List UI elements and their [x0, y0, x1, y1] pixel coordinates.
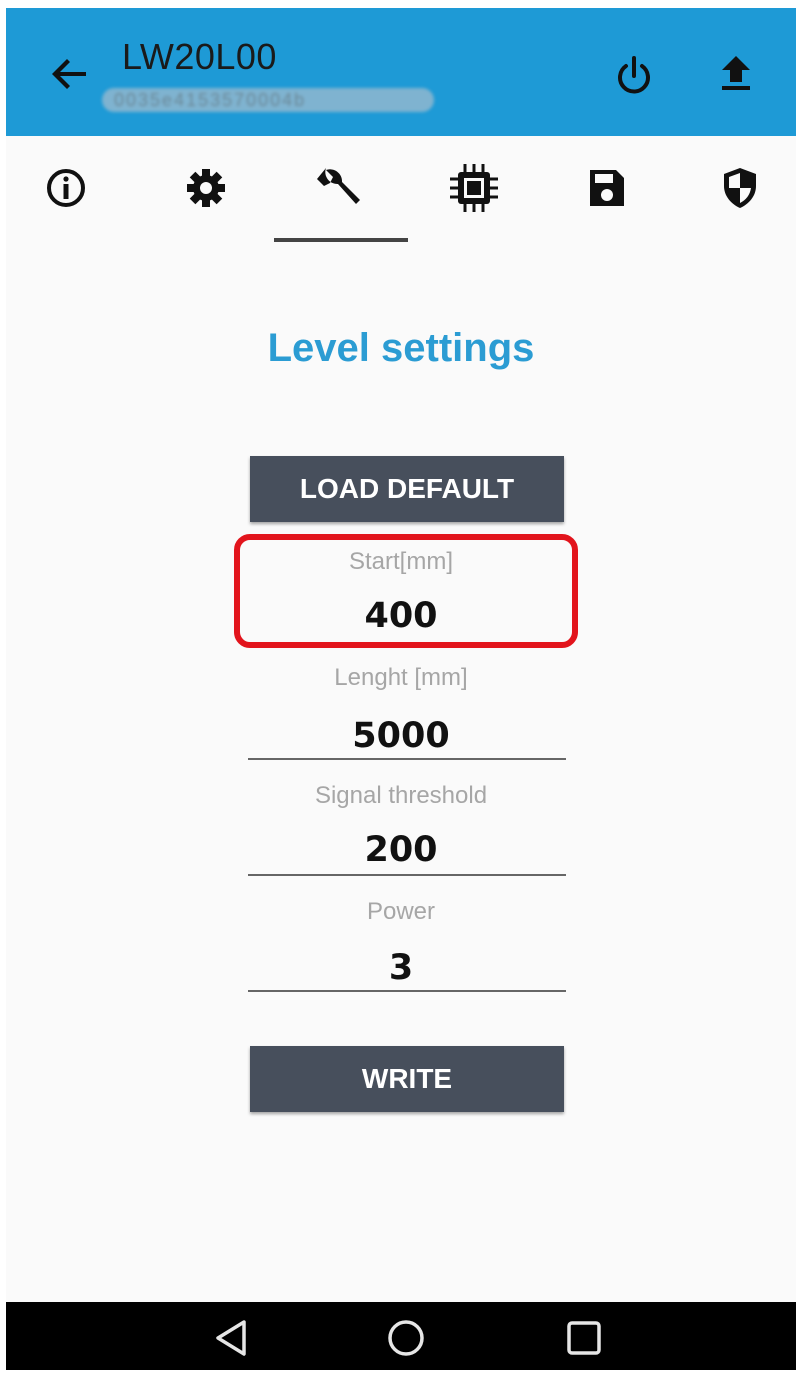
back-arrow-icon[interactable]	[46, 50, 94, 98]
power-icon[interactable]	[610, 52, 658, 100]
tab-bar	[6, 136, 796, 246]
wrench-icon	[317, 168, 360, 204]
chip-icon	[450, 164, 498, 212]
threshold-input[interactable]: 200	[6, 830, 796, 870]
tab-security[interactable]	[700, 156, 780, 220]
tab-info[interactable]	[26, 156, 106, 220]
threshold-underline	[248, 874, 566, 876]
upload-icon[interactable]	[712, 52, 760, 100]
floppy-save-icon	[590, 170, 624, 206]
tab-settings[interactable]	[166, 156, 246, 220]
power-label: Power	[366, 898, 436, 925]
active-tab-indicator	[274, 238, 408, 242]
shield-icon	[724, 168, 756, 208]
write-button[interactable]: WRITE	[250, 1046, 564, 1112]
app-bar: LW20L00 0035e4153570004b	[6, 8, 796, 136]
nav-home-icon[interactable]	[382, 1314, 430, 1362]
app-screen: LW20L00 0035e4153570004b Level settings …	[6, 8, 796, 1370]
device-title: LW20L00	[122, 36, 277, 77]
length-underline	[248, 758, 566, 760]
length-label: Lenght [mm]	[334, 664, 468, 691]
gear-icon	[187, 169, 225, 207]
device-id-blurred: 0035e4153570004b	[102, 88, 434, 112]
tab-chip[interactable]	[434, 156, 514, 220]
power-underline	[248, 990, 566, 992]
nav-back-icon[interactable]	[208, 1314, 256, 1362]
system-nav-bar	[6, 1302, 796, 1370]
tab-tools[interactable]	[302, 156, 382, 220]
info-icon	[47, 169, 85, 207]
load-default-button[interactable]: LOAD DEFAULT	[250, 456, 564, 522]
highlight-annotation	[234, 534, 578, 648]
page-title: Level settings	[267, 326, 535, 370]
power-input[interactable]: 3	[6, 948, 796, 988]
tab-save[interactable]	[566, 156, 646, 220]
nav-recents-icon[interactable]	[560, 1314, 608, 1362]
threshold-label: Signal threshold	[314, 782, 488, 809]
length-input[interactable]: 5000	[6, 716, 796, 756]
